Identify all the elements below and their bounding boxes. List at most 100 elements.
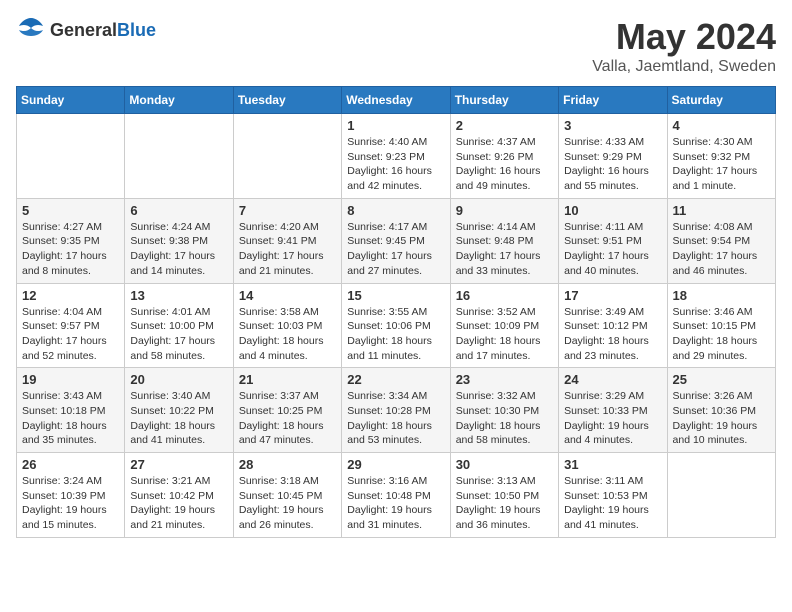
- day-number: 12: [22, 288, 119, 303]
- title-block: May 2024 Valla, Jaemtland, Sweden: [592, 16, 776, 76]
- day-info: Sunrise: 4:11 AM Sunset: 9:51 PM Dayligh…: [564, 220, 661, 279]
- calendar-cell: 26 Sunrise: 3:24 AM Sunset: 10:39 PM Dayl…: [17, 453, 125, 538]
- calendar-cell: 14Sunrise: 3:58 AM Sunset: 10:03 PM Dayl…: [233, 283, 341, 368]
- day-number: 14: [239, 288, 336, 303]
- weekday-header-monday: Monday: [125, 87, 233, 114]
- day-number: 19: [22, 372, 119, 387]
- day-number: 22: [347, 372, 444, 387]
- day-number: 31: [564, 457, 661, 472]
- day-number: 24: [564, 372, 661, 387]
- day-info: Sunrise: 4:40 AM Sunset: 9:23 PM Dayligh…: [347, 135, 444, 194]
- calendar-cell: 31Sunrise: 3:11 AM Sunset: 10:53 PM Dayl…: [559, 453, 667, 538]
- day-info: Sunrise: 3:46 AM Sunset: 10:15 PM Daylig…: [673, 305, 770, 364]
- calendar-cell: 10Sunrise: 4:11 AM Sunset: 9:51 PM Dayli…: [559, 198, 667, 283]
- calendar-table: SundayMondayTuesdayWednesdayThursdayFrid…: [16, 86, 776, 538]
- day-number: 18: [673, 288, 770, 303]
- day-info: Sunrise: 4:04 AM Sunset: 9:57 PM Dayligh…: [22, 305, 119, 364]
- day-info: Sunrise: 3:55 AM Sunset: 10:06 PM Daylig…: [347, 305, 444, 364]
- day-info: Sunrise: 3:13 AM Sunset: 10:50 PM Daylig…: [456, 474, 553, 533]
- calendar-cell: 6 Sunrise: 4:24 AM Sunset: 9:38 PM Daylig…: [125, 198, 233, 283]
- calendar-cell: 25Sunrise: 3:26 AM Sunset: 10:36 PM Dayl…: [667, 368, 775, 453]
- day-number: 2: [456, 118, 553, 133]
- weekday-header-thursday: Thursday: [450, 87, 558, 114]
- weekday-header-row: SundayMondayTuesdayWednesdayThursdayFrid…: [17, 87, 776, 114]
- weekday-header-tuesday: Tuesday: [233, 87, 341, 114]
- day-number: 26: [22, 457, 119, 472]
- day-number: 6: [130, 203, 227, 218]
- calendar-cell: 18 Sunrise: 3:46 AM Sunset: 10:15 PM Dayl…: [667, 283, 775, 368]
- day-info: Sunrise: 3:24 AM Sunset: 10:39 PM Daylig…: [22, 474, 119, 533]
- calendar-cell: 2 Sunrise: 4:37 AM Sunset: 9:26 PM Daylig…: [450, 114, 558, 199]
- logo-bird-icon: [16, 16, 46, 40]
- calendar-cell: 12 Sunrise: 4:04 AM Sunset: 9:57 PM Dayli…: [17, 283, 125, 368]
- calendar-cell: 16 Sunrise: 3:52 AM Sunset: 10:09 PM Dayl…: [450, 283, 558, 368]
- day-number: 9: [456, 203, 553, 218]
- weekday-header-wednesday: Wednesday: [342, 87, 450, 114]
- calendar-week-row: 1 Sunrise: 4:40 AM Sunset: 9:23 PM Daylig…: [17, 114, 776, 199]
- calendar-cell: 27Sunrise: 3:21 AM Sunset: 10:42 PM Dayl…: [125, 453, 233, 538]
- calendar-location: Valla, Jaemtland, Sweden: [592, 58, 776, 76]
- day-number: 7: [239, 203, 336, 218]
- day-info: Sunrise: 4:33 AM Sunset: 9:29 PM Dayligh…: [564, 135, 661, 194]
- calendar-cell: [125, 114, 233, 199]
- day-info: Sunrise: 3:32 AM Sunset: 10:30 PM Daylig…: [456, 389, 553, 448]
- day-number: 20: [130, 372, 227, 387]
- day-number: 16: [456, 288, 553, 303]
- calendar-cell: [17, 114, 125, 199]
- day-info: Sunrise: 4:27 AM Sunset: 9:35 PM Dayligh…: [22, 220, 119, 279]
- day-info: Sunrise: 4:24 AM Sunset: 9:38 PM Dayligh…: [130, 220, 227, 279]
- day-number: 4: [673, 118, 770, 133]
- day-number: 27: [130, 457, 227, 472]
- day-number: 13: [130, 288, 227, 303]
- calendar-title: May 2024: [592, 16, 776, 58]
- day-number: 11: [673, 203, 770, 218]
- calendar-cell: 21 Sunrise: 3:37 AM Sunset: 10:25 PM Dayl…: [233, 368, 341, 453]
- day-number: 3: [564, 118, 661, 133]
- logo: GeneralBlue: [16, 16, 156, 45]
- day-number: 21: [239, 372, 336, 387]
- day-info: Sunrise: 3:37 AM Sunset: 10:25 PM Daylig…: [239, 389, 336, 448]
- day-info: Sunrise: 3:43 AM Sunset: 10:18 PM Daylig…: [22, 389, 119, 448]
- calendar-cell: 11 Sunrise: 4:08 AM Sunset: 9:54 PM Dayli…: [667, 198, 775, 283]
- day-info: Sunrise: 4:08 AM Sunset: 9:54 PM Dayligh…: [673, 220, 770, 279]
- page-header: GeneralBlue May 2024 Valla, Jaemtland, S…: [16, 16, 776, 76]
- calendar-cell: [667, 453, 775, 538]
- calendar-cell: 20 Sunrise: 3:40 AM Sunset: 10:22 PM Dayl…: [125, 368, 233, 453]
- weekday-header-saturday: Saturday: [667, 87, 775, 114]
- calendar-cell: 8 Sunrise: 4:17 AM Sunset: 9:45 PM Daylig…: [342, 198, 450, 283]
- day-number: 23: [456, 372, 553, 387]
- calendar-cell: 30 Sunrise: 3:13 AM Sunset: 10:50 PM Dayl…: [450, 453, 558, 538]
- calendar-cell: 9 Sunrise: 4:14 AM Sunset: 9:48 PM Daylig…: [450, 198, 558, 283]
- calendar-cell: 22 Sunrise: 3:34 AM Sunset: 10:28 PM Dayl…: [342, 368, 450, 453]
- day-number: 30: [456, 457, 553, 472]
- day-info: Sunrise: 4:17 AM Sunset: 9:45 PM Dayligh…: [347, 220, 444, 279]
- calendar-cell: 29 Sunrise: 3:16 AM Sunset: 10:48 PM Dayl…: [342, 453, 450, 538]
- calendar-cell: 19 Sunrise: 3:43 AM Sunset: 10:18 PM Dayl…: [17, 368, 125, 453]
- calendar-cell: 7 Sunrise: 4:20 AM Sunset: 9:41 PM Daylig…: [233, 198, 341, 283]
- day-info: Sunrise: 3:34 AM Sunset: 10:28 PM Daylig…: [347, 389, 444, 448]
- day-info: Sunrise: 3:52 AM Sunset: 10:09 PM Daylig…: [456, 305, 553, 364]
- day-info: Sunrise: 3:29 AM Sunset: 10:33 PM Daylig…: [564, 389, 661, 448]
- day-number: 29: [347, 457, 444, 472]
- day-info: Sunrise: 3:40 AM Sunset: 10:22 PM Daylig…: [130, 389, 227, 448]
- day-info: Sunrise: 4:30 AM Sunset: 9:32 PM Dayligh…: [673, 135, 770, 194]
- calendar-cell: 15 Sunrise: 3:55 AM Sunset: 10:06 PM Dayl…: [342, 283, 450, 368]
- weekday-header-friday: Friday: [559, 87, 667, 114]
- day-number: 8: [347, 203, 444, 218]
- day-info: Sunrise: 3:16 AM Sunset: 10:48 PM Daylig…: [347, 474, 444, 533]
- calendar-week-row: 12 Sunrise: 4:04 AM Sunset: 9:57 PM Dayli…: [17, 283, 776, 368]
- day-info: Sunrise: 3:49 AM Sunset: 10:12 PM Daylig…: [564, 305, 661, 364]
- day-info: Sunrise: 4:37 AM Sunset: 9:26 PM Dayligh…: [456, 135, 553, 194]
- day-number: 1: [347, 118, 444, 133]
- logo-text-general: General: [50, 20, 117, 40]
- calendar-cell: 3 Sunrise: 4:33 AM Sunset: 9:29 PM Daylig…: [559, 114, 667, 199]
- calendar-week-row: 5Sunrise: 4:27 AM Sunset: 9:35 PM Daylig…: [17, 198, 776, 283]
- calendar-week-row: 19 Sunrise: 3:43 AM Sunset: 10:18 PM Dayl…: [17, 368, 776, 453]
- calendar-cell: [233, 114, 341, 199]
- day-number: 15: [347, 288, 444, 303]
- day-info: Sunrise: 3:26 AM Sunset: 10:36 PM Daylig…: [673, 389, 770, 448]
- calendar-cell: 24 Sunrise: 3:29 AM Sunset: 10:33 PM Dayl…: [559, 368, 667, 453]
- day-info: Sunrise: 4:20 AM Sunset: 9:41 PM Dayligh…: [239, 220, 336, 279]
- logo-text-blue: Blue: [117, 20, 156, 40]
- day-info: Sunrise: 4:14 AM Sunset: 9:48 PM Dayligh…: [456, 220, 553, 279]
